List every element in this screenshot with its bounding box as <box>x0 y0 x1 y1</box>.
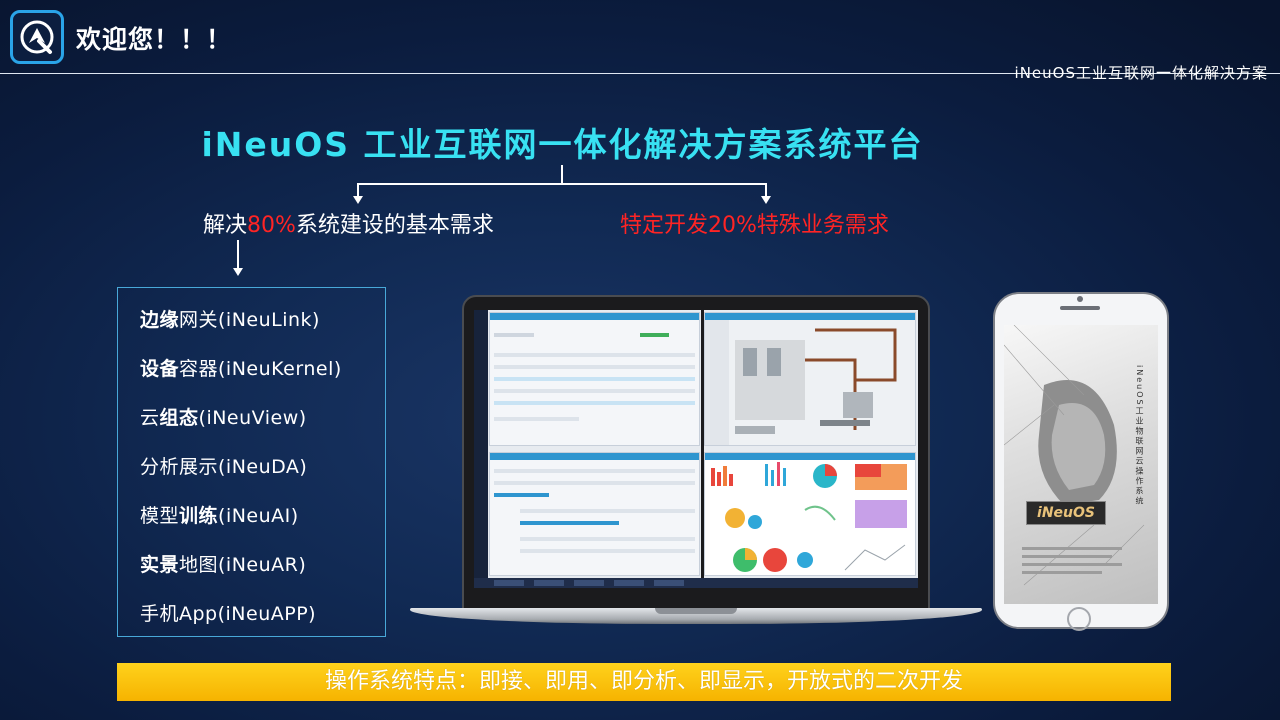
features-banner: 操作系统特点：即接、即用、即分析、即显示，开放式的二次开发 <box>117 663 1171 701</box>
process-diagram-panel <box>704 312 916 446</box>
logo-icon <box>20 20 54 54</box>
connector-line <box>357 183 359 197</box>
phone-vertical-text: iNeuOS工业物联网云操作系统 <box>1135 365 1144 507</box>
module-edge-gateway: 边缘网关(iNeuLink) <box>140 309 320 331</box>
data-form-panel <box>489 452 700 576</box>
module-device-kernel: 设备容器(iNeuKernel) <box>140 358 342 380</box>
analytics-charts-panel <box>704 452 916 576</box>
connector-line <box>561 165 563 185</box>
header-subtitle: iNeuOS工业互联网一体化解决方案 <box>1014 64 1268 82</box>
module-list: 边缘网关(iNeuLink) 设备容器(iNeuKernel) 云组态(iNeu… <box>117 287 386 637</box>
module-map-ar: 实景地图(iNeuAR) <box>140 554 307 576</box>
phone-screen: iNeuOS工业物联网云操作系统 iNeuOS <box>1004 325 1158 604</box>
laptop-screen <box>474 310 918 588</box>
module-model-ai: 模型训练(iNeuAI) <box>140 505 299 527</box>
special-needs-text: 特定开发20%特殊业务需求 <box>620 213 889 238</box>
connector-line <box>357 183 767 185</box>
module-analysis-da: 分析展示(iNeuDA) <box>140 456 308 478</box>
home-button <box>1067 607 1091 631</box>
connector-line <box>765 183 767 197</box>
module-cloud-view: 云组态(iNeuView) <box>140 407 307 429</box>
basic-needs-text: 解决80%系统建设的基本需求 <box>203 213 494 238</box>
connector-line <box>237 240 239 268</box>
device-table-panel <box>489 312 700 446</box>
arrow-down-icon <box>233 268 243 276</box>
main-title: iNeuOS 工业互联网一体化解决方案系统平台 <box>201 125 924 164</box>
percent-highlight: 80% <box>247 213 296 238</box>
app-taskbar <box>474 578 918 588</box>
arrow-down-icon <box>353 196 363 204</box>
logo <box>10 10 64 64</box>
module-mobile-app: 手机App(iNeuAPP) <box>140 603 317 625</box>
app-sidebar <box>474 310 488 588</box>
welcome-text: 欢迎您！！！ <box>76 25 233 54</box>
arrow-down-icon <box>761 196 771 204</box>
phone-brand-logo: iNeuOS <box>1026 501 1106 525</box>
